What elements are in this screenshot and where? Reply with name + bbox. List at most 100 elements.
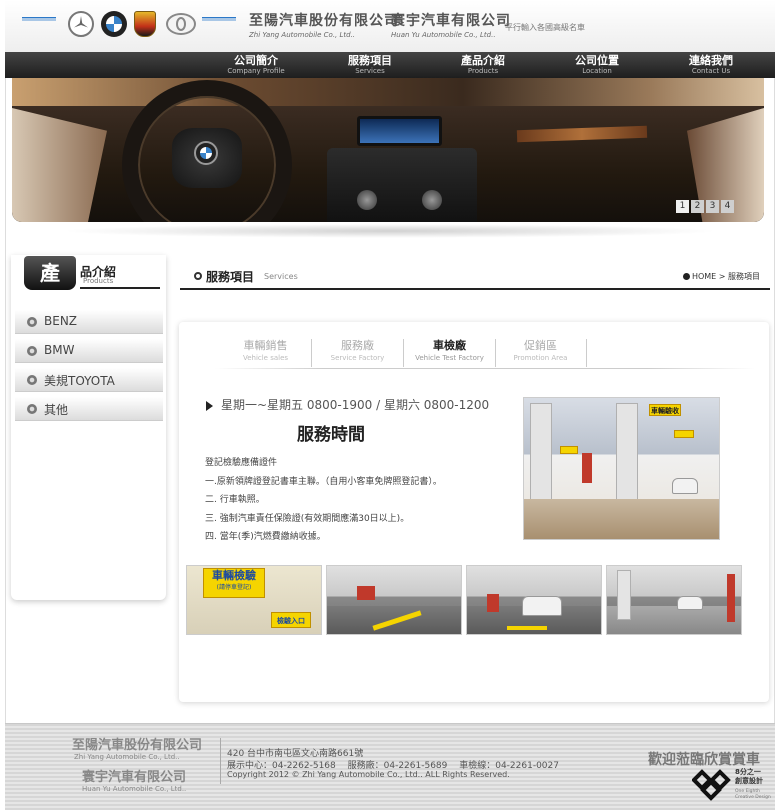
- photo-red-panel: [582, 453, 592, 483]
- tab-divider: [215, 368, 755, 369]
- page-subtitle: Services: [264, 272, 298, 281]
- header-tagline: 平行輸入各國高級名車: [505, 23, 585, 32]
- photo-car: [677, 596, 703, 610]
- banner-page-1[interactable]: 1: [676, 200, 689, 213]
- service-hours: 星期一~星期五 0800-1900 / 星期六 0800-1200: [221, 398, 490, 412]
- nav-label: 連絡我們: [689, 54, 733, 67]
- designer-name-en-line: Creative Design: [735, 795, 771, 800]
- photo-sign: 車輛驗收: [649, 404, 681, 416]
- sidebar-item-bmw[interactable]: BMW: [15, 339, 163, 363]
- sidebar-item-benz[interactable]: BENZ: [15, 310, 163, 334]
- sidebar-item-label: BMW: [44, 343, 75, 357]
- sign-text: (請停車登記): [216, 584, 252, 591]
- photo-column: [616, 403, 638, 513]
- hero-banner-image: [12, 78, 764, 222]
- benz-logo-icon: [68, 11, 94, 37]
- service-hours-title: 服務時間: [297, 425, 365, 445]
- banner-bmw-emblem-icon: [194, 141, 218, 165]
- tab-label: 車檢廠: [433, 339, 466, 352]
- banner-page-3[interactable]: 3: [706, 200, 719, 213]
- bullet-icon: [27, 375, 37, 385]
- thumb-floor-line: [507, 626, 547, 630]
- photo-column: [530, 403, 552, 513]
- toyota-logo-icon: [166, 13, 196, 35]
- tab-label-en: Service Factory: [330, 354, 385, 362]
- requirement-item: 四. 當年(季)汽燃費繳納收據。: [205, 532, 326, 542]
- nav-label-en: Contact Us: [691, 67, 731, 75]
- tab-promotion-area[interactable]: 促銷區 Promotion Area: [495, 339, 587, 367]
- banner-knob-right: [422, 190, 442, 210]
- nav-label: 服務項目: [348, 54, 392, 67]
- photo-car: [672, 478, 698, 494]
- sidebar-title-underline: [80, 287, 160, 289]
- photo-floor: [524, 499, 719, 539]
- requirements-heading: 登記檢驗應備證件: [205, 458, 278, 468]
- tab-label: 促銷區: [524, 339, 557, 352]
- tab-label-en: Vehicle sales: [242, 354, 289, 362]
- footer-copyright: Copyright 2012 © Zhi Yang Automobile Co.…: [227, 770, 510, 779]
- designer-logo-icon[interactable]: [692, 767, 732, 801]
- tab-label-en: Vehicle Test Factory: [415, 354, 484, 362]
- company-b[interactable]: 寰宇汽車有限公司 Huan Yu Automobile Co., Ltd..: [391, 10, 511, 39]
- sidebar-item-label: BENZ: [44, 314, 78, 328]
- tab-label-en: Promotion Area: [513, 354, 568, 362]
- page-title: 服務項目: [206, 270, 255, 284]
- tab-vehicle-test-factory[interactable]: 車檢廠 Vehicle Test Factory: [404, 339, 496, 367]
- sidebar-badge: 產: [24, 256, 76, 290]
- nav-label: 產品介紹: [461, 54, 505, 67]
- footer-company-b: 寰宇汽車有限公司: [82, 770, 187, 785]
- nav-company-profile[interactable]: 公司簡介 Company Profile: [201, 54, 311, 76]
- porsche-logo-icon: [134, 11, 156, 37]
- tab-label: 服務廠: [341, 339, 374, 352]
- banner-nav-screen: [357, 116, 442, 146]
- designer-name-line: 創意設計: [735, 777, 763, 785]
- banner-page-2[interactable]: 2: [691, 200, 704, 213]
- banner-knob-left: [357, 190, 377, 210]
- banner-page-4[interactable]: 4: [721, 200, 734, 213]
- designer-name-en: One Eighth Creative Design: [735, 789, 771, 801]
- breadcrumb-text: HOME > 服務項目: [691, 272, 760, 281]
- arrow-icon: [682, 273, 690, 280]
- requirement-item: 三. 強制汽車責任保險證(有效期間應滿30日以上)。: [205, 513, 410, 524]
- footer-welcome: 歡迎蒞臨欣賞賞車: [648, 752, 760, 768]
- bullet-icon: [27, 317, 37, 327]
- requirement-item: 二. 行車執照。: [205, 495, 265, 505]
- nav-location[interactable]: 公司位置 Location: [542, 54, 652, 76]
- nav-label-en: Products: [467, 67, 499, 75]
- nav-services[interactable]: 服務項目 Services: [315, 54, 425, 76]
- photo-sign: 檢驗入口: [271, 612, 311, 628]
- banner-center-console: [327, 148, 477, 222]
- inspection-thumb-3[interactable]: [466, 565, 602, 635]
- bmw-logo-icon: [101, 11, 127, 37]
- nav-label-en: Services: [355, 67, 385, 75]
- sidebar-panel: [11, 255, 166, 600]
- breadcrumb[interactable]: HOME > 服務項目: [682, 271, 760, 282]
- photo-red-panel: [487, 594, 499, 612]
- sidebar-item-other[interactable]: 其他: [15, 397, 163, 421]
- sidebar-item-label: 其他: [44, 403, 69, 417]
- tab-vehicle-sales[interactable]: 車輛銷售 Vehicle sales: [220, 339, 312, 367]
- company-separator: ‧: [376, 9, 381, 25]
- photo-red-panel: [357, 586, 375, 600]
- photo-sign: [560, 446, 578, 454]
- company-b-name: 寰宇汽車有限公司: [391, 13, 511, 29]
- inspection-thumb-1[interactable]: 車輛檢驗 (請停車登記) 檢驗入口: [186, 565, 322, 635]
- footer-divider: [220, 738, 221, 784]
- nav-products[interactable]: 產品介紹 Products: [428, 54, 538, 76]
- designer-name: 8分之一 創意設計: [735, 768, 763, 786]
- nav-contact-us[interactable]: 連絡我們 Contact Us: [656, 54, 766, 76]
- inspection-thumb-4[interactable]: [606, 565, 742, 635]
- tab-label: 車輛銷售: [243, 339, 288, 352]
- bullet-icon: [27, 346, 37, 356]
- inspection-thumb-2[interactable]: [326, 565, 462, 635]
- photo-sign: [674, 430, 694, 438]
- photo-column: [617, 570, 631, 620]
- nav-label: 公司位置: [575, 54, 619, 67]
- sidebar-title-en: Products: [83, 277, 114, 285]
- designer-name-line: 8分之一: [735, 768, 761, 776]
- footer-company-a: 至陽汽車股份有限公司: [72, 738, 203, 753]
- sidebar-item-toyota[interactable]: 美規TOYOTA: [15, 368, 163, 392]
- nav-label-en: Company Profile: [227, 67, 285, 75]
- tab-service-factory[interactable]: 服務廠 Service Factory: [312, 339, 404, 367]
- photo-sign: 車輛檢驗 (請停車登記): [203, 568, 265, 598]
